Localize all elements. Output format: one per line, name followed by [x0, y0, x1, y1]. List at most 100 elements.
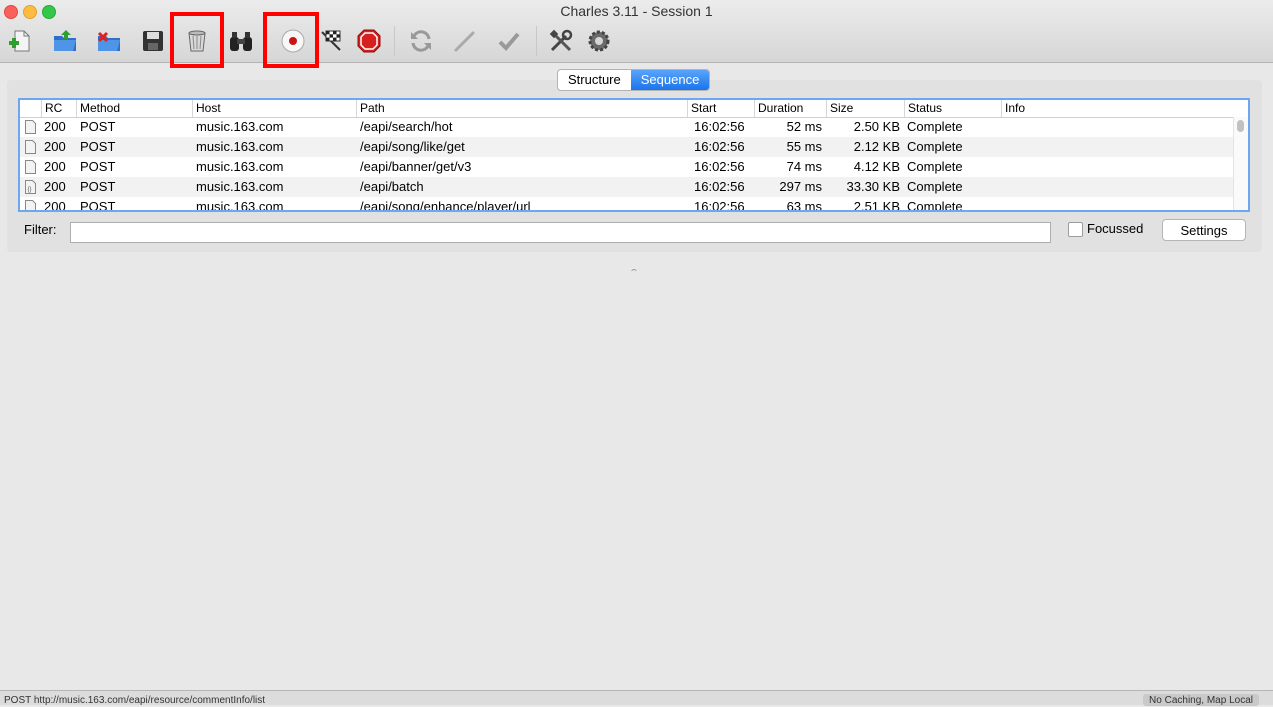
table-row[interactable]: {} 200 POST music.163.com /eapi/batch 16…	[20, 177, 1236, 197]
throttle-button[interactable]	[314, 24, 348, 58]
cell-duration: 55 ms	[786, 139, 822, 154]
find-button[interactable]	[224, 24, 258, 58]
cell-size: 33.30 KB	[846, 179, 901, 194]
cell-start: 16:02:56	[694, 179, 745, 194]
table-row[interactable]: 200 POST music.163.com /eapi/song/like/g…	[20, 137, 1236, 157]
column-header-rc[interactable]: RC	[41, 100, 76, 117]
cell-method: POST	[80, 159, 116, 174]
highlight-box-clear	[170, 12, 224, 68]
cell-method: POST	[80, 179, 116, 194]
highlight-box-record	[263, 12, 319, 68]
cell-method: POST	[80, 199, 116, 212]
cell-size: 4.12 KB	[853, 159, 900, 174]
scrollbar-thumb[interactable]	[1237, 120, 1244, 132]
cell-size: 2.50 KB	[853, 119, 900, 134]
toolbar-separator	[536, 26, 537, 56]
cell-host: music.163.com	[196, 159, 284, 174]
breakpoints-button[interactable]	[352, 24, 386, 58]
repeat-icon	[411, 30, 431, 52]
table-header: RC Method Host Path Start Duration Size …	[20, 100, 1236, 118]
new-session-button[interactable]	[3, 24, 37, 58]
focussed-checkbox[interactable]	[1068, 222, 1083, 237]
cell-duration: 74 ms	[786, 159, 822, 174]
table-row[interactable]: 200 POST music.163.com /eapi/search/hot …	[20, 117, 1236, 137]
cell-rc: 200	[44, 179, 66, 194]
cell-rc: 200	[44, 119, 66, 134]
cell-method: POST	[80, 139, 116, 154]
cell-path: /eapi/search/hot	[360, 119, 453, 134]
document-icon	[25, 160, 36, 174]
cell-status: Complete	[907, 139, 963, 154]
throttle-icon	[321, 30, 341, 51]
column-header-duration[interactable]: Duration	[754, 100, 826, 117]
cell-rc: 200	[44, 199, 66, 212]
validate-button[interactable]	[492, 24, 526, 58]
settings-toolbar-button[interactable]	[582, 24, 616, 58]
open-session-icon	[54, 30, 76, 51]
column-header-info[interactable]: Info	[1001, 100, 1236, 117]
new-session-icon	[9, 30, 30, 52]
table-row[interactable]: 200 POST music.163.com /eapi/banner/get/…	[20, 157, 1236, 177]
table-row[interactable]: 200 POST music.163.com /eapi/song/enhanc…	[20, 197, 1236, 212]
document-icon	[25, 120, 36, 134]
close-session-icon	[97, 31, 120, 51]
edit-button[interactable]	[448, 24, 482, 58]
status-badge[interactable]: No Caching, Map Local	[1143, 694, 1259, 706]
status-bar: POST http://music.163.com/eapi/resource/…	[0, 690, 1273, 706]
cell-path: /eapi/song/enhance/player/url	[360, 199, 531, 212]
column-header-path[interactable]: Path	[356, 100, 687, 117]
tab-sequence[interactable]: Sequence	[630, 70, 710, 90]
column-header-size[interactable]: Size	[826, 100, 904, 117]
cell-start: 16:02:56	[694, 199, 745, 212]
column-header-status[interactable]: Status	[904, 100, 1001, 117]
cell-size: 2.12 KB	[853, 139, 900, 154]
cell-start: 16:02:56	[694, 159, 745, 174]
svg-text:{}: {}	[28, 187, 32, 193]
filter-label: Filter:	[24, 222, 57, 237]
document-icon	[25, 140, 36, 154]
tools-button[interactable]	[544, 24, 578, 58]
tools-icon	[549, 29, 573, 52]
validate-icon	[498, 32, 520, 51]
tab-structure[interactable]: Structure	[558, 70, 631, 90]
focussed-label[interactable]: Focussed	[1087, 221, 1143, 236]
cell-duration: 52 ms	[786, 119, 822, 134]
cell-host: music.163.com	[196, 139, 284, 154]
cell-rc: 200	[44, 139, 66, 154]
title-bar: Charles 3.11 - Session 1	[0, 0, 1273, 68]
save-session-button[interactable]	[136, 24, 170, 58]
cell-path: /eapi/batch	[360, 179, 424, 194]
close-session-button[interactable]	[92, 24, 126, 58]
cell-status: Complete	[907, 119, 963, 134]
find-icon	[230, 32, 252, 51]
cell-rc: 200	[44, 159, 66, 174]
cell-path: /eapi/banner/get/v3	[360, 159, 472, 174]
cell-duration: 63 ms	[786, 199, 822, 212]
column-header-host[interactable]: Host	[192, 100, 356, 117]
column-header-start[interactable]: Start	[687, 100, 754, 117]
splitter-handle-icon[interactable]: ⌢	[631, 264, 637, 275]
breakpoints-icon	[357, 29, 381, 53]
document-icon	[25, 200, 36, 210]
status-text: POST http://music.163.com/eapi/resource/…	[4, 695, 266, 706]
view-mode-tabs: Structure Sequence	[557, 69, 711, 91]
settings-icon	[588, 30, 610, 52]
cell-host: music.163.com	[196, 179, 284, 194]
sequence-table[interactable]: RC Method Host Path Start Duration Size …	[18, 98, 1250, 212]
cell-path: /eapi/song/like/get	[360, 139, 465, 154]
cell-host: music.163.com	[196, 119, 284, 134]
toolbar-separator	[394, 26, 395, 56]
filter-settings-button[interactable]: Settings	[1162, 219, 1246, 241]
save-session-icon	[143, 31, 163, 51]
table-vertical-scrollbar[interactable]	[1233, 117, 1248, 210]
edit-icon	[454, 31, 475, 52]
cell-start: 16:02:56	[694, 119, 745, 134]
cell-host: music.163.com	[196, 199, 284, 212]
open-session-button[interactable]	[48, 24, 82, 58]
json-document-icon: {}	[25, 180, 36, 194]
column-header-method[interactable]: Method	[76, 100, 192, 117]
cell-start: 16:02:56	[694, 139, 745, 154]
cell-status: Complete	[907, 179, 963, 194]
filter-input[interactable]	[70, 222, 1051, 243]
repeat-button[interactable]	[404, 24, 438, 58]
